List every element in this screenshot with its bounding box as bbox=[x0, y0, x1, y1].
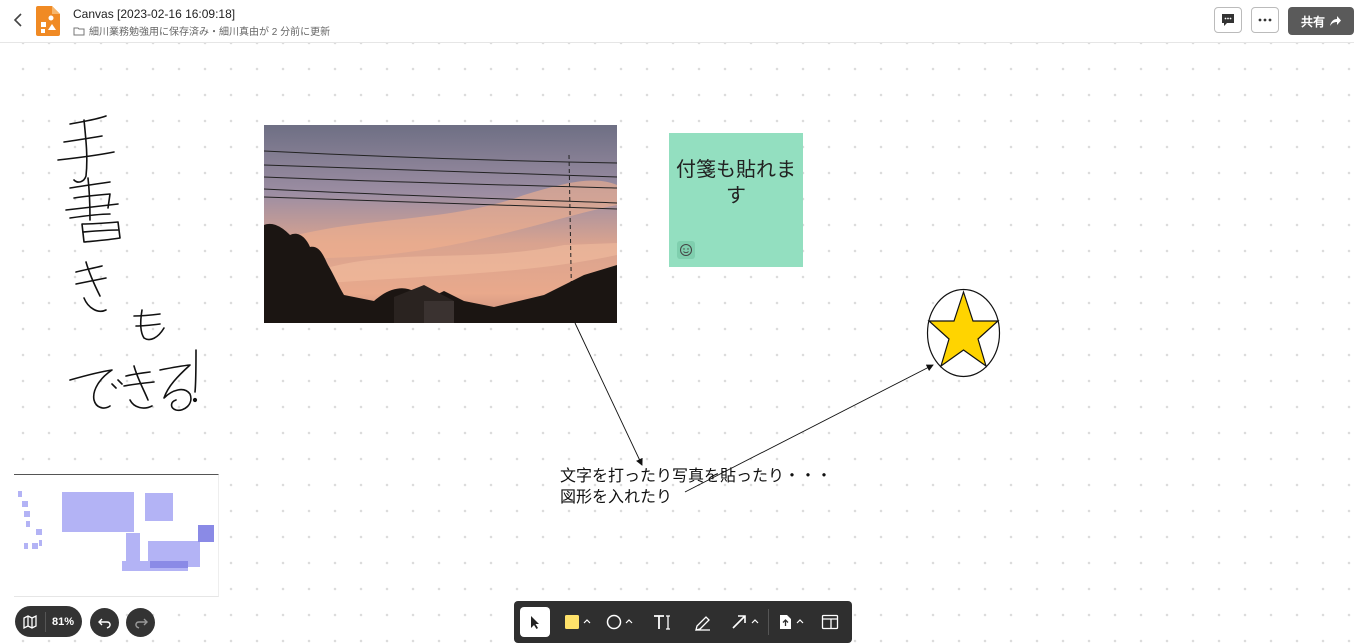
sticky-note-text: 付箋も貼れます bbox=[676, 159, 796, 207]
handwriting-drawing[interactable] bbox=[40, 110, 220, 420]
sticky-note[interactable]: 付箋も貼れます bbox=[669, 133, 803, 267]
chevron-left-icon bbox=[13, 13, 22, 27]
save-status-text: 細川業務勉強用に保存済み・細川真由が 2 分前に更新 bbox=[89, 27, 331, 38]
arrow-tool[interactable] bbox=[728, 607, 764, 637]
minimap-view bbox=[18, 491, 214, 571]
minimap-toggle-button[interactable] bbox=[15, 606, 45, 637]
text-icon bbox=[654, 615, 670, 630]
reaction-button[interactable] bbox=[677, 241, 695, 259]
share-arrow-icon bbox=[1330, 16, 1341, 26]
shape-tool[interactable] bbox=[602, 607, 636, 637]
share-button-label: 共有 bbox=[1300, 14, 1325, 29]
sticky-note-tool[interactable] bbox=[560, 607, 594, 637]
select-tool[interactable] bbox=[520, 607, 550, 637]
map-icon bbox=[23, 614, 37, 629]
layout-tool[interactable] bbox=[816, 607, 844, 637]
pen-tool[interactable] bbox=[688, 607, 718, 637]
circle-icon bbox=[606, 614, 633, 630]
save-status: 細川業務勉強用に保存済み・細川真由が 2 分前に更新 bbox=[73, 23, 330, 38]
toolbar-divider bbox=[768, 609, 769, 635]
more-button[interactable] bbox=[1251, 7, 1279, 33]
undo-button[interactable] bbox=[90, 608, 119, 637]
arrow-icon bbox=[732, 615, 759, 629]
top-bar: Canvas [2023-02-16 16:09:18] 細川業務勉強用に保存済… bbox=[0, 0, 1354, 43]
undo-icon bbox=[97, 618, 111, 629]
zoom-level[interactable]: 81% bbox=[52, 616, 74, 628]
folder-icon bbox=[73, 27, 85, 35]
zoom-control: 81% bbox=[15, 606, 82, 637]
sunset-photo[interactable] bbox=[264, 125, 617, 323]
redo-button[interactable] bbox=[126, 608, 155, 637]
sticky-note-icon bbox=[565, 615, 591, 629]
page-title: Canvas [2023-02-16 16:09:18] bbox=[73, 7, 236, 21]
sunset-photo-image bbox=[264, 125, 617, 323]
canvas-text-box[interactable]: 文字を打ったり写真を貼ったり・・・ 図形を入れたり bbox=[560, 466, 832, 508]
more-icon bbox=[1258, 18, 1272, 22]
smiley-icon bbox=[677, 241, 695, 259]
comment-button[interactable] bbox=[1214, 7, 1242, 33]
layout-icon bbox=[821, 614, 839, 630]
comment-icon bbox=[1222, 14, 1234, 26]
arrow-connector[interactable] bbox=[574, 322, 643, 466]
redo-icon bbox=[134, 618, 148, 629]
divider bbox=[45, 611, 46, 632]
share-button[interactable]: 共有 bbox=[1288, 7, 1354, 35]
minimap[interactable] bbox=[14, 474, 219, 597]
text-tool[interactable] bbox=[648, 607, 676, 637]
back-button[interactable] bbox=[8, 10, 28, 30]
canvas-text-line: 図形を入れたり bbox=[560, 489, 673, 506]
canvas-app-icon bbox=[36, 6, 60, 36]
cursor-icon bbox=[531, 616, 539, 629]
upload-icon bbox=[780, 615, 804, 629]
tool-bar bbox=[514, 601, 852, 643]
pen-icon bbox=[695, 616, 710, 631]
upload-tool[interactable] bbox=[774, 607, 808, 637]
canvas-text-line: 文字を打ったり写真を貼ったり・・・ bbox=[560, 468, 833, 485]
